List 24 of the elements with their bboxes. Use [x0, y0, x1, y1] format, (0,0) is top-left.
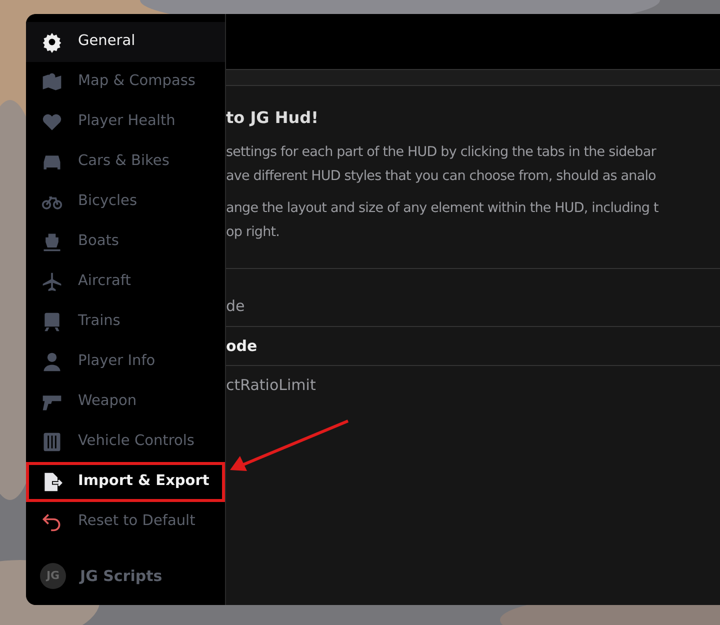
avatar: JG — [40, 563, 66, 589]
sidebar-item[interactable]: Player Info — [26, 342, 225, 382]
sidebar-item[interactable]: Map & Compass — [26, 62, 225, 102]
sidebar-item[interactable]: Boats — [26, 222, 225, 262]
paragraph: ange the layout and size of any element within the HUD, including t op right. — [226, 199, 660, 242]
airplane-icon — [40, 271, 64, 293]
paragraph: settings for each part of the HUD by clicking the tabs in the sidebar ave different HUD styles that you can choose from, should as analo — [226, 143, 658, 186]
sidebar-item[interactable]: Aircraft — [26, 262, 225, 302]
sidebar-item[interactable]: Player Health — [26, 102, 225, 142]
sidebar-item[interactable]: Vehicle Controls — [26, 422, 225, 462]
welcome-title: to JG Hud! — [226, 107, 320, 129]
sidebar-item[interactable]: Import & Export — [26, 462, 225, 502]
gear-icon — [40, 31, 64, 53]
sidebar-item[interactable]: Cars & Bikes — [26, 142, 225, 182]
map-icon — [40, 71, 64, 93]
setting-row[interactable]: ctRatioLimit — [226, 366, 720, 404]
sidebar-item[interactable]: Trains — [26, 302, 225, 342]
sidebar-item[interactable]: Bicycles — [26, 182, 225, 222]
sidebar-item[interactable]: Weapon — [26, 382, 225, 422]
sidebar-item[interactable]: Reset to Default — [26, 502, 225, 542]
sidebar-item[interactable]: General — [26, 22, 225, 62]
setting-row[interactable]: ode — [226, 326, 720, 366]
brand-name: JG Scripts — [80, 566, 162, 587]
setting-row[interactable]: de — [226, 287, 720, 326]
